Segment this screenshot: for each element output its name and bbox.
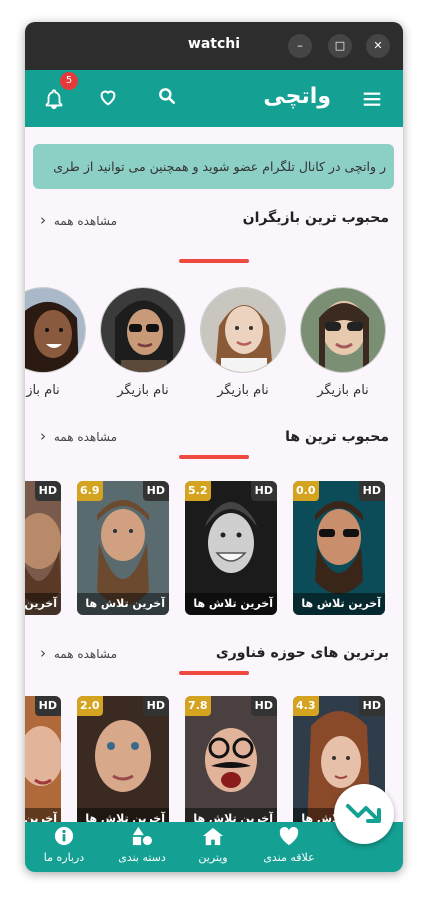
card-caption: آخرین [25,808,61,822]
app-window: watchi – □ ✕ 5 واتچی ر واتچی در کانال تل… [25,22,403,872]
home-icon [203,827,223,846]
shapes-icon [132,826,152,846]
actor-name: نام بازیگر [317,383,369,398]
see-all-tech[interactable]: مشاهده همه ‹ [40,644,117,662]
see-all-label: مشاهده همه [53,214,118,228]
actor-avatar [200,287,286,373]
notifications-button[interactable] [43,88,69,114]
hd-badge: HD [250,696,277,716]
hd-badge: HD [358,696,385,716]
see-all-label: مشاهده همه [53,430,118,444]
hd-badge: HD [142,696,169,716]
notification-badge: 5 [60,72,78,90]
app-brand: واتچی [263,84,331,109]
card-caption: آخرین تلاش ها [185,808,277,822]
nav-label: درباره ما [43,851,85,864]
telegram-banner[interactable]: ر واتچی در کانال تلگرام عضو شوید و همچنی… [33,144,394,189]
actor-card[interactable]: نام بازیگر [200,287,286,398]
actor-avatar [100,287,186,373]
section-title-actors: محبوب ترین بازیگران [242,210,389,226]
rating-badge: 6.9 [77,481,103,501]
see-all-actors[interactable]: مشاهده همه ‹ [40,211,117,229]
chevron-left-icon: ‹ [40,211,46,229]
rating-badge: 5.2 [185,481,211,501]
section-title-tech: برترین های حوزه فناوری [215,645,389,661]
actor-avatar [25,287,86,373]
heart-icon [279,826,299,846]
movie-card[interactable]: 7.8 HD آخرین تلاش ها [185,696,277,822]
main-content[interactable]: ر واتچی در کانال تلگرام عضو شوید و همچنی… [25,127,403,822]
hd-badge: HD [250,481,277,501]
movie-card[interactable]: HD آخرین [25,696,61,822]
movie-card[interactable]: 6.9 HD آخرین تلاش ها [77,481,169,615]
movie-card[interactable]: 0.0 HD آخرین تلاش ها [293,481,385,615]
rating-badge: 4.3 [293,696,319,716]
section-title-popular: محبوب ترین ها [285,429,389,445]
actor-avatar [300,287,386,373]
section-underline [179,259,249,263]
hamburger-menu-icon [363,92,381,106]
actor-card[interactable]: نام باز [25,287,86,398]
rating-badge: 7.8 [185,696,211,716]
movie-card[interactable]: 2.0 HD آخرین تلاش ها [77,696,169,822]
nav-label: علاقه مندی [263,851,315,864]
search-button[interactable] [157,86,183,112]
nav-categories[interactable]: دسته بندی [107,826,177,864]
rating-badge: 0.0 [293,481,319,501]
section-underline [179,671,249,675]
section-underline [179,455,249,459]
nav-showcase[interactable]: ویترین [183,826,243,864]
card-caption: آخرین تلاش ها [185,593,277,615]
nav-about[interactable]: درباره ما [33,826,95,864]
see-all-popular[interactable]: مشاهده همه ‹ [40,427,117,445]
hd-badge: HD [34,481,61,501]
actor-card[interactable]: نام بازیگر [100,287,186,398]
hd-badge: HD [34,696,61,716]
heart-icon [100,90,116,106]
see-all-label: مشاهده همه [53,647,118,661]
card-caption: آخرین تلاش ها [77,593,169,615]
chevron-left-icon: ‹ [40,644,46,662]
card-caption: آخرین تلاش ها [293,593,385,615]
actor-card[interactable]: نام بازیگر [300,287,386,398]
chevron-left-icon: ‹ [40,427,46,445]
actor-name: نام باز [26,383,60,398]
info-icon [54,826,74,846]
hd-badge: HD [358,481,385,501]
trending-down-icon [346,804,381,823]
close-button[interactable]: ✕ [366,34,390,58]
actor-name: نام بازیگر [217,383,269,398]
movie-card[interactable]: 5.2 HD آخرین تلاش ها [185,481,277,615]
rating-badge: 2.0 [77,696,103,716]
app-bar: 5 واتچی [25,70,403,127]
window-titlebar: watchi – □ ✕ [25,22,403,70]
bell-icon [45,89,63,110]
actor-name: نام بازیگر [117,383,169,398]
maximize-button[interactable]: □ [328,34,352,58]
minimize-button[interactable]: – [288,34,312,58]
favorites-button[interactable] [97,86,123,112]
nav-label: دسته بندی [118,851,166,864]
nav-label: ویترین [198,851,228,864]
hd-badge: HD [142,481,169,501]
card-caption: آخرین [25,593,61,615]
search-icon [159,88,176,105]
nav-favorites[interactable]: علاقه مندی [251,826,327,864]
card-caption: آخرین تلاش ها [77,808,169,822]
trending-fab[interactable] [334,784,394,844]
movie-card[interactable]: HD آخرین [25,481,61,615]
menu-button[interactable] [361,88,387,114]
